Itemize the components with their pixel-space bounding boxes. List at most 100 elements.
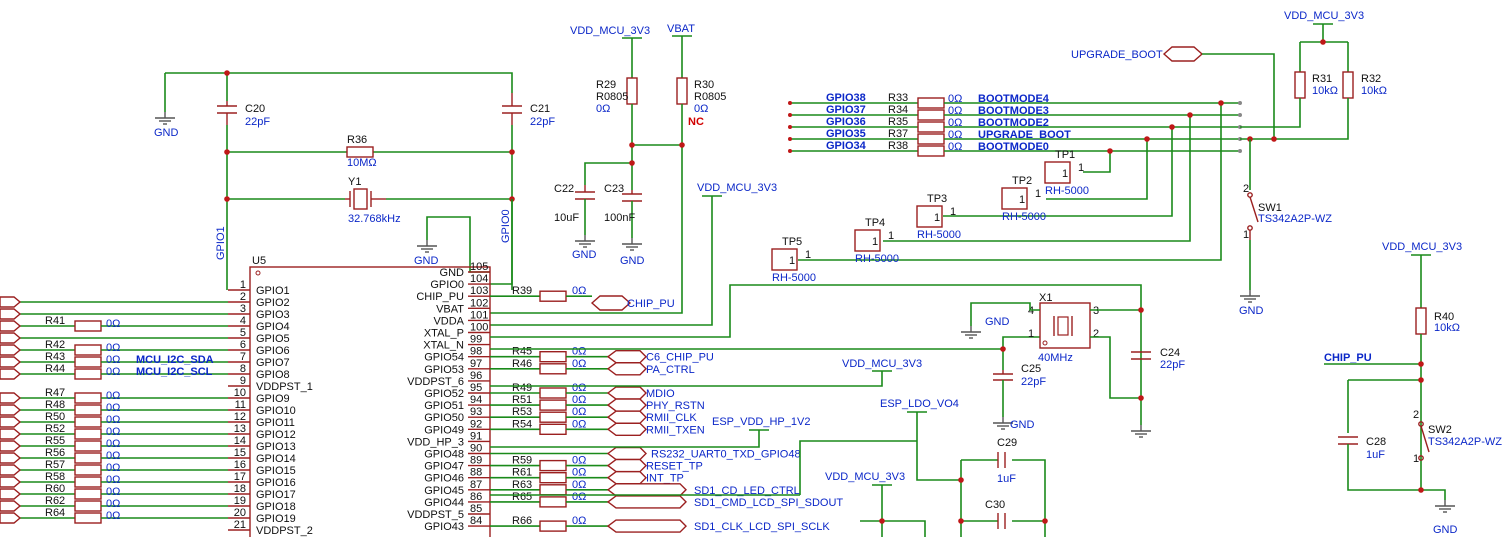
u5-pin-4: 4 GPIO4 R41 0Ω	[0, 315, 290, 333]
resistor-value: 0Ω	[106, 486, 120, 498]
c28-ref: C28	[1366, 436, 1386, 448]
resistor-ref: R66	[512, 515, 532, 527]
pin-number: 18	[234, 483, 246, 495]
sw2-value: TS342A2P-WZ	[1428, 436, 1502, 448]
resistor-value: 0Ω	[106, 366, 120, 378]
resistor-ref: R59	[512, 455, 532, 467]
capacitor-c25	[993, 370, 1013, 381]
sw2-pin-2: 2	[1413, 409, 1419, 421]
resistor-value: 0Ω	[572, 418, 586, 430]
boot-mode-rows: GPIO38 R33 0Ω BOOTMODE4 GPIO37 R34 0Ω BOOTMODE3…	[788, 92, 1242, 157]
pin-name: GPIO0	[430, 279, 464, 291]
pin-number: 15	[234, 447, 246, 459]
boot-resistor	[917, 97, 945, 109]
pin-name: GPIO3	[256, 309, 290, 321]
pin-name: GPIO52	[424, 388, 464, 400]
resistor-ref: R60	[45, 483, 65, 495]
resistor-value: 0Ω	[572, 515, 586, 527]
capacitor-c23	[622, 190, 642, 202]
net-label: SD1_CMD_LCD_SPI_SDOUT	[694, 497, 843, 509]
resistor-ref: R55	[45, 435, 65, 447]
sw1-pin-2: 2	[1243, 183, 1249, 195]
resistor-value: 0Ω	[106, 414, 120, 426]
resistor-value: 0Ω	[106, 318, 120, 330]
resistor-value: 0Ω	[106, 474, 120, 486]
net-label: PHY_RSTN	[646, 400, 705, 412]
pin-name: GPIO45	[424, 485, 464, 497]
pin-name: VDDA	[433, 315, 464, 327]
vdd-label-1: VDD_MCU_3V3	[570, 25, 650, 37]
port-flag	[606, 483, 687, 497]
pin-number: 19	[234, 495, 246, 507]
pin-number: 93	[470, 406, 482, 418]
tp-value: RH-5000	[772, 272, 816, 284]
series-resistor	[74, 368, 102, 380]
series-resistor	[539, 363, 567, 375]
resistor-r40	[1415, 307, 1427, 335]
port-flag	[0, 440, 22, 452]
pin-name: GPIO50	[424, 412, 464, 424]
esp-vdd-hp-label: ESP_VDD_HP_1V2	[712, 416, 810, 428]
resistor-value: 0Ω	[106, 426, 120, 438]
pin-name: GPIO16	[256, 477, 296, 489]
resistor-ref: R63	[512, 479, 532, 491]
gpio-label: GPIO34	[826, 140, 867, 152]
port-flag	[0, 308, 22, 320]
port-flag	[0, 392, 22, 404]
pin-number: 1	[240, 279, 246, 291]
pin-name: XTAL_P	[424, 328, 464, 340]
gpio-label: GPIO38	[826, 92, 866, 104]
net-label: MCU_I2C_SDA	[136, 354, 214, 366]
port-flag	[0, 512, 22, 524]
pin-number: 98	[470, 346, 482, 358]
c28-value: 1uF	[1366, 449, 1385, 461]
pin-number: 88	[470, 467, 482, 479]
series-resistor	[539, 472, 567, 484]
resistor-value: 0Ω	[572, 358, 586, 370]
series-resistor	[539, 290, 567, 302]
port-flag	[606, 350, 647, 364]
resistor-value: 0Ω	[106, 390, 120, 402]
upgrade-boot-flag	[1162, 46, 1204, 62]
resistor-value: 0Ω	[572, 479, 586, 491]
resistor-r29	[626, 77, 638, 105]
resistor-value: 0Ω	[106, 498, 120, 510]
resistor-ref: R50	[45, 411, 65, 423]
pin-name: GPIO51	[424, 400, 464, 412]
pin-name: XTAL_N	[423, 340, 464, 352]
pin-name: GPIO9	[256, 393, 290, 405]
pin-number: 100	[470, 322, 488, 334]
resistor-value: 0Ω	[572, 382, 586, 394]
series-resistor	[74, 356, 102, 368]
gnd-label-3: GND	[572, 249, 597, 261]
series-resistor	[74, 452, 102, 464]
tp-pin-outer: 1	[805, 249, 811, 261]
port-flag	[0, 500, 22, 512]
bootmode-net: BOOTMODE4	[978, 93, 1050, 105]
resistor-value: 0Ω	[106, 354, 120, 366]
pin-name: GPIO47	[424, 461, 464, 473]
pin-number: 11	[235, 399, 246, 411]
capacitor-c30	[997, 513, 1006, 529]
pin-number: 87	[470, 479, 482, 491]
c21-value: 22pF	[530, 116, 555, 128]
port-flag	[606, 495, 687, 509]
pin-name: GPIO17	[256, 489, 296, 501]
tp-value: RH-5000	[855, 253, 899, 265]
tp-ref: TP4	[865, 217, 885, 229]
series-resistor	[539, 496, 567, 508]
r30-value: 0Ω	[694, 103, 708, 115]
pin-number: 91	[470, 430, 482, 442]
resistor-value: 0Ω	[106, 462, 120, 474]
pin-name: GPIO8	[256, 369, 290, 381]
schematic-canvas: GND C20 22pF C21 22pF R36 10MΩ Y1 32.768…	[0, 10, 1502, 537]
resistor-ref: R64	[45, 507, 65, 519]
resistor-ref: R51	[512, 394, 532, 406]
c29-ref: C29	[997, 437, 1017, 449]
capacitor-c29	[997, 452, 1006, 468]
pin-number: 99	[470, 334, 482, 346]
pin-number: 4	[240, 315, 246, 327]
net-label: RMII_TXEN	[646, 424, 705, 436]
pin-number: 16	[234, 459, 246, 471]
x1-pin-3: 3	[1093, 305, 1099, 317]
